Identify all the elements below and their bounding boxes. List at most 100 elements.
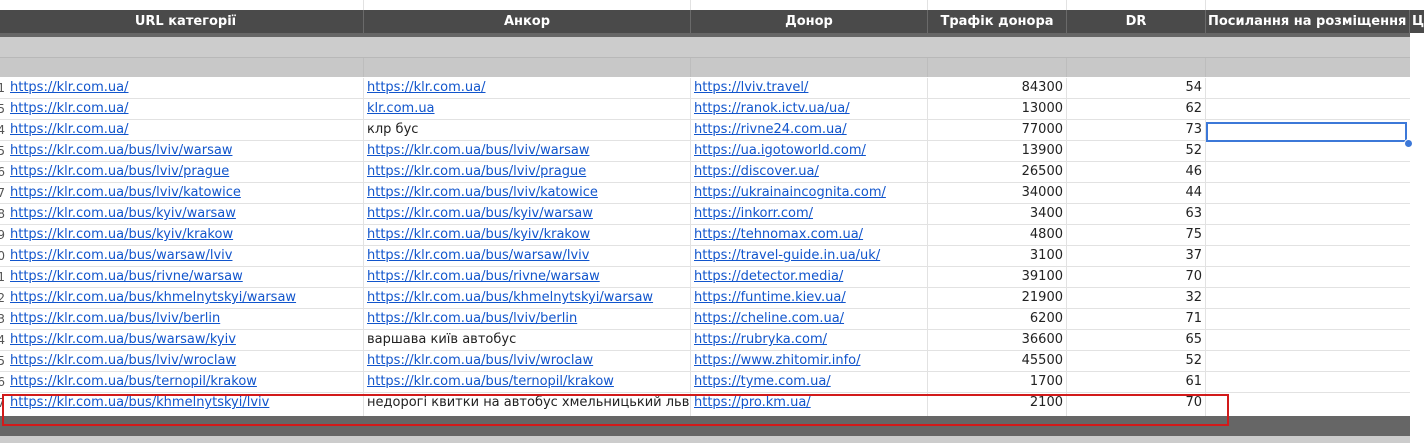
row-number: 5 <box>0 144 5 158</box>
placement-link-cell[interactable] <box>1206 183 1409 203</box>
previous-row-strip <box>0 0 1424 10</box>
url-category-link[interactable]: https://klr.com.ua/bus/kyiv/warsaw <box>7 204 363 224</box>
donor-link[interactable]: https://ranok.ictv.ua/ua/ <box>691 99 927 119</box>
placement-link-cell[interactable] <box>1206 288 1409 308</box>
anchor-text: клр бус <box>367 122 419 137</box>
header-anchor[interactable]: Анкор <box>364 10 690 33</box>
table-row: 6 https://klr.com.ua/bus/ternopil/krakow h… <box>0 372 1410 393</box>
column-gap <box>1410 33 1424 443</box>
url-category-link[interactable]: https://klr.com.ua/bus/lviv/berlin <box>7 309 363 329</box>
donor-traffic-value: 1700 <box>1029 374 1063 389</box>
dr-value: 70 <box>1185 269 1202 284</box>
donor-traffic-value: 34000 <box>1021 185 1063 200</box>
donor-link[interactable]: https://inkorr.com/ <box>691 204 927 224</box>
donor-link[interactable]: https://funtime.kiev.ua/ <box>691 288 927 308</box>
header-donor-traffic[interactable]: Трафік донора <box>928 10 1066 33</box>
header-next-column[interactable]: Ц <box>1412 10 1424 33</box>
dr-value: 62 <box>1185 101 1202 116</box>
anchor-text: варшава київ автобус <box>367 332 517 347</box>
url-category-link[interactable]: https://klr.com.ua/bus/ternopil/krakow <box>7 372 363 392</box>
anchor-link[interactable]: https://klr.com.ua/bus/kyiv/warsaw <box>364 204 690 224</box>
placement-link-cell[interactable] <box>1206 393 1409 413</box>
dr-value: 52 <box>1185 143 1202 158</box>
placement-link-cell[interactable] <box>1206 267 1409 287</box>
donor-link[interactable]: https://cheline.com.ua/ <box>691 309 927 329</box>
anchor-link[interactable]: https://klr.com.ua/ <box>364 78 690 98</box>
donor-link[interactable]: https://tyme.com.ua/ <box>691 372 927 392</box>
donor-link[interactable]: https://rubryka.com/ <box>691 330 927 350</box>
donor-traffic-value: 13000 <box>1021 101 1063 116</box>
dr-value: 63 <box>1185 206 1202 221</box>
anchor-link[interactable]: klr.com.ua <box>364 99 690 119</box>
anchor-link[interactable]: https://klr.com.ua/bus/lviv/wroclaw <box>364 351 690 371</box>
fill-handle[interactable] <box>1404 139 1413 148</box>
url-category-link[interactable]: https://klr.com.ua/bus/lviv/warsaw <box>7 141 363 161</box>
url-category-link[interactable]: https://klr.com.ua/ <box>7 120 363 140</box>
row-number: 7 <box>0 186 5 200</box>
url-category-link[interactable]: https://klr.com.ua/bus/warsaw/kyiv <box>7 330 363 350</box>
placement-link-cell[interactable] <box>1206 162 1409 182</box>
anchor-link[interactable]: https://klr.com.ua/bus/warsaw/lviv <box>364 246 690 266</box>
placement-link-cell[interactable] <box>1206 204 1409 224</box>
placement-link-cell[interactable] <box>1206 372 1409 392</box>
dr-value: 75 <box>1185 227 1202 242</box>
row-number: 1 <box>0 81 5 95</box>
url-category-link[interactable]: https://klr.com.ua/bus/khmelnytskyi/wars… <box>7 288 363 308</box>
selected-cell[interactable] <box>1206 122 1407 142</box>
anchor-link[interactable]: https://klr.com.ua/bus/rivne/warsaw <box>364 267 690 287</box>
donor-traffic-value: 84300 <box>1021 80 1063 95</box>
url-category-link[interactable]: https://klr.com.ua/bus/lviv/katowice <box>7 183 363 203</box>
placement-link-cell[interactable] <box>1206 78 1409 98</box>
placement-link-cell[interactable] <box>1206 351 1409 371</box>
url-category-link[interactable]: https://klr.com.ua/bus/lviv/wroclaw <box>7 351 363 371</box>
anchor-link[interactable]: https://klr.com.ua/bus/kyiv/krakow <box>364 225 690 245</box>
donor-link[interactable]: https://lviv.travel/ <box>691 78 927 98</box>
anchor-link[interactable]: https://klr.com.ua/bus/khmelnytskyi/wars… <box>364 288 690 308</box>
donor-link[interactable]: https://discover.ua/ <box>691 162 927 182</box>
placement-link-cell[interactable] <box>1206 225 1409 245</box>
table-row: 9 https://klr.com.ua/bus/kyiv/krakow https… <box>0 225 1410 246</box>
row-number: 5 <box>0 102 5 116</box>
anchor-link[interactable]: https://klr.com.ua/bus/lviv/warsaw <box>364 141 690 161</box>
header-dr[interactable]: DR <box>1067 10 1205 33</box>
url-category-link[interactable]: https://klr.com.ua/ <box>7 78 363 98</box>
placement-link-cell[interactable] <box>1206 246 1409 266</box>
dr-value: 37 <box>1185 248 1202 263</box>
url-category-link[interactable]: https://klr.com.ua/ <box>7 99 363 119</box>
anchor-link[interactable]: https://klr.com.ua/bus/ternopil/krakow <box>364 372 690 392</box>
placement-link-cell[interactable] <box>1206 99 1409 119</box>
donor-link[interactable]: https://rivne24.com.ua/ <box>691 120 927 140</box>
table-row: 1 https://klr.com.ua/bus/rivne/warsaw http… <box>0 267 1410 288</box>
header-placement-link[interactable]: Посилання на розміщення <box>1208 10 1408 33</box>
donor-traffic-value: 36600 <box>1021 332 1063 347</box>
header-url-category[interactable]: URL категорії <box>8 10 363 33</box>
header-donor[interactable]: Донор <box>691 10 927 33</box>
placement-link-cell[interactable] <box>1206 141 1409 161</box>
url-category-link[interactable]: https://klr.com.ua/bus/warsaw/lviv <box>7 246 363 266</box>
donor-link[interactable]: https://ukrainaincognita.com/ <box>691 183 927 203</box>
anchor-link[interactable]: https://klr.com.ua/bus/lviv/katowice <box>364 183 690 203</box>
url-category-link[interactable]: https://klr.com.ua/bus/lviv/prague <box>7 162 363 182</box>
donor-link[interactable]: https://detector.media/ <box>691 267 927 287</box>
placement-link-cell[interactable] <box>1206 309 1409 329</box>
table-row: 5 https://klr.com.ua/bus/lviv/warsaw https… <box>0 141 1410 162</box>
donor-traffic-value: 21900 <box>1021 290 1063 305</box>
table-row: 6 https://klr.com.ua/bus/lviv/prague https… <box>0 162 1410 183</box>
donor-link[interactable]: https://travel-guide.in.ua/uk/ <box>691 246 927 266</box>
donor-link[interactable]: https://ua.igotoworld.com/ <box>691 141 927 161</box>
anchor-link[interactable]: https://klr.com.ua/bus/lviv/berlin <box>364 309 690 329</box>
placement-link-cell[interactable] <box>1206 330 1409 350</box>
section-separator-row <box>0 37 1410 57</box>
anchor-link[interactable]: https://klr.com.ua/bus/lviv/prague <box>364 162 690 182</box>
donor-link[interactable]: https://tehnomax.com.ua/ <box>691 225 927 245</box>
row-number: 6 <box>0 165 5 179</box>
donor-link[interactable]: https://www.zhitomir.info/ <box>691 351 927 371</box>
dr-value: 32 <box>1185 290 1202 305</box>
table-row: 5 https://klr.com.ua/bus/lviv/wroclaw http… <box>0 351 1410 372</box>
url-category-link[interactable]: https://klr.com.ua/bus/rivne/warsaw <box>7 267 363 287</box>
donor-traffic-value: 3100 <box>1029 248 1063 263</box>
row-number: 1 <box>0 270 5 284</box>
url-category-link[interactable]: https://klr.com.ua/bus/kyiv/krakow <box>7 225 363 245</box>
row-number: 6 <box>0 375 5 389</box>
donor-traffic-value: 6200 <box>1029 311 1063 326</box>
